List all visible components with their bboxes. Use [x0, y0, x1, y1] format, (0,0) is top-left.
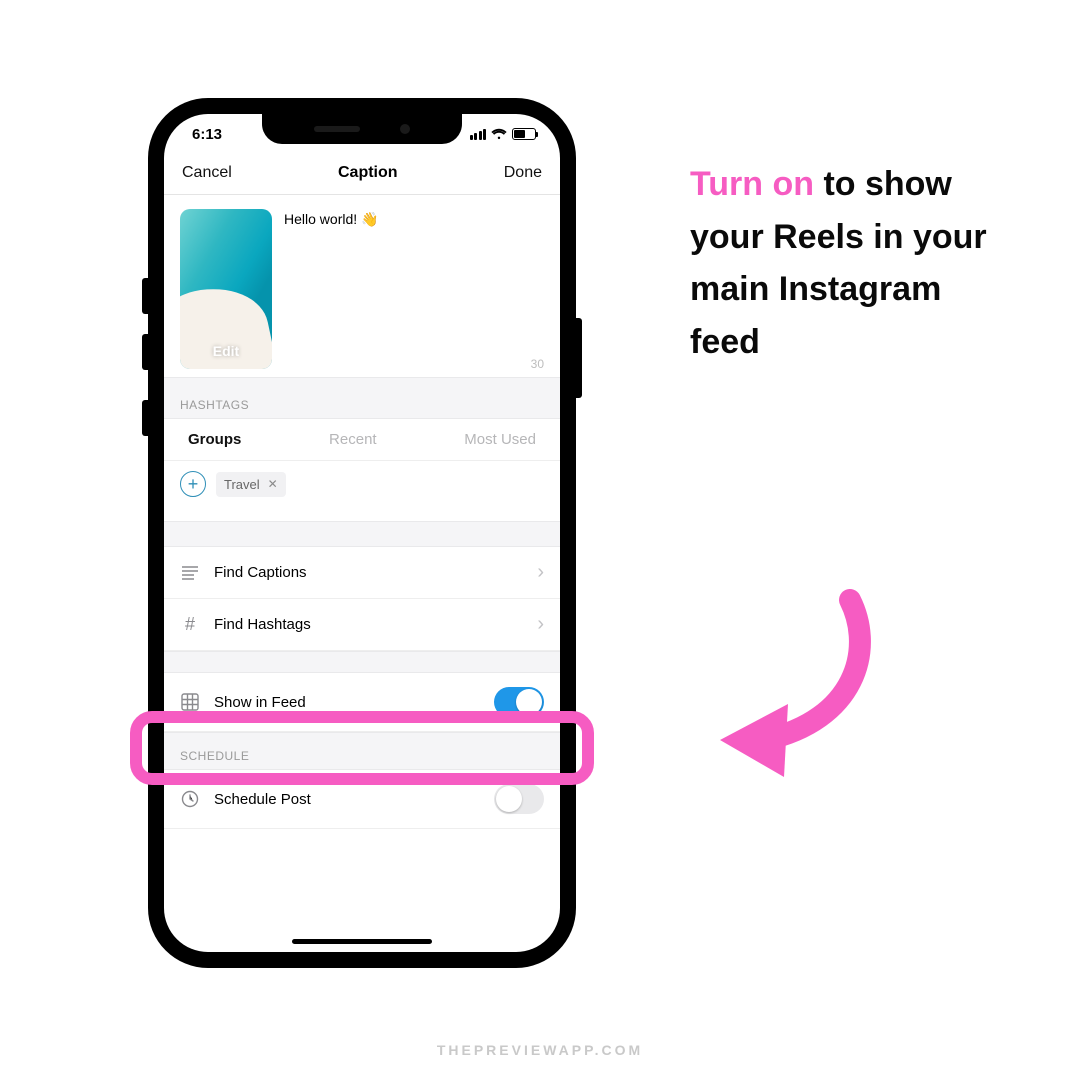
show-in-feed-label: Show in Feed — [214, 694, 480, 711]
caption-counter: 30 — [531, 357, 544, 371]
add-hashtag-button[interactable]: + — [180, 471, 206, 497]
chevron-right-icon: › — [537, 561, 544, 584]
tab-most-used[interactable]: Most Used — [464, 431, 536, 448]
find-hashtags-row[interactable]: # Find Hashtags › — [164, 599, 560, 651]
edit-media-label: Edit — [213, 343, 239, 359]
schedule-post-row[interactable]: Schedule Post — [164, 770, 560, 829]
notch — [262, 114, 462, 144]
section-gap — [164, 521, 560, 547]
annotation-text: Turn on to show your Reels in your main … — [690, 158, 990, 369]
find-captions-row[interactable]: Find Captions › — [164, 547, 560, 599]
find-hashtags-label: Find Hashtags — [214, 616, 523, 633]
hashtag-chip-bar: + Travel ✕ — [164, 461, 560, 521]
battery-icon — [512, 128, 536, 140]
caption-text-field[interactable]: Hello world! 👋 — [284, 209, 378, 369]
schedule-post-toggle[interactable] — [494, 784, 544, 814]
section-gap — [164, 651, 560, 673]
hash-icon: # — [180, 614, 200, 635]
cellular-signal-icon — [470, 129, 487, 140]
annotation-highlight: Turn on — [690, 165, 814, 203]
schedule-header: SCHEDULE — [164, 732, 560, 770]
wifi-icon — [491, 128, 507, 140]
schedule-post-label: Schedule Post — [214, 791, 480, 808]
media-thumbnail[interactable]: Edit — [180, 209, 272, 369]
show-in-feed-toggle[interactable] — [494, 687, 544, 717]
show-in-feed-row[interactable]: Show in Feed — [164, 673, 560, 732]
grid-icon — [180, 693, 200, 711]
hashtags-header: HASHTAGS — [164, 377, 560, 419]
nav-title: Caption — [338, 164, 398, 182]
watermark: THEPREVIEWAPP.COM — [437, 1042, 643, 1058]
tab-recent[interactable]: Recent — [329, 431, 377, 448]
phone-screen: 6:13 Cancel Caption Done Edit Hello worl… — [164, 114, 560, 952]
home-indicator — [292, 939, 432, 944]
hashtag-tabs: Groups Recent Most Used — [164, 419, 560, 461]
cancel-button[interactable]: Cancel — [182, 164, 232, 182]
status-right — [470, 128, 537, 140]
clock-icon — [180, 790, 200, 808]
caption-area: Edit Hello world! 👋 30 — [164, 195, 560, 377]
hashtag-chip-label: Travel — [224, 477, 260, 492]
tab-groups[interactable]: Groups — [188, 431, 241, 448]
find-captions-label: Find Captions — [214, 564, 523, 581]
nav-bar: Cancel Caption Done — [164, 154, 560, 195]
callout-arrow-icon — [680, 580, 900, 780]
hashtag-chip[interactable]: Travel ✕ — [216, 472, 286, 497]
status-time: 6:13 — [192, 126, 222, 143]
list-icon — [180, 566, 200, 580]
chevron-right-icon: › — [537, 613, 544, 636]
done-button[interactable]: Done — [504, 164, 542, 182]
phone-frame: 6:13 Cancel Caption Done Edit Hello worl… — [148, 98, 576, 968]
remove-chip-icon[interactable]: ✕ — [268, 477, 278, 491]
